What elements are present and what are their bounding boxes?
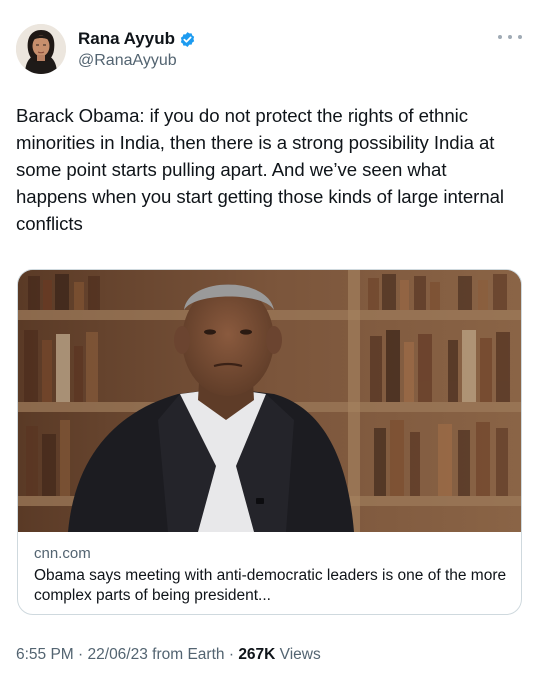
link-card-image[interactable] [18,270,521,532]
tweet-metadata: 6:55 PM · 22/06/23 from Earth · 267K Vie… [16,646,321,664]
views-label: Views [275,646,321,663]
tweet-time[interactable]: 6:55 PM [16,646,74,663]
verified-badge-icon [179,31,196,48]
link-card-domain: cnn.com [34,545,91,562]
link-card[interactable]: cnn.com Obama says meeting with anti-dem… [17,269,522,615]
author-handle[interactable]: @RanaAyyub [78,52,196,70]
tweet-date[interactable]: 22/06/23 [88,646,148,663]
views-count: 267K [238,646,276,663]
link-card-title[interactable]: Obama says meeting with anti-democratic … [34,566,509,606]
tweet-header: Rana Ayyub @RanaAyyub [16,24,522,76]
more-options-icon[interactable] [498,30,522,44]
tweet-text: Barack Obama: if you do not protect the … [16,105,504,234]
author-display-name[interactable]: Rana Ayyub [78,29,175,49]
separator: · [73,646,88,663]
tweet-source: from Earth [147,646,225,663]
user-avatar[interactable] [16,24,66,74]
separator: · [224,646,239,663]
